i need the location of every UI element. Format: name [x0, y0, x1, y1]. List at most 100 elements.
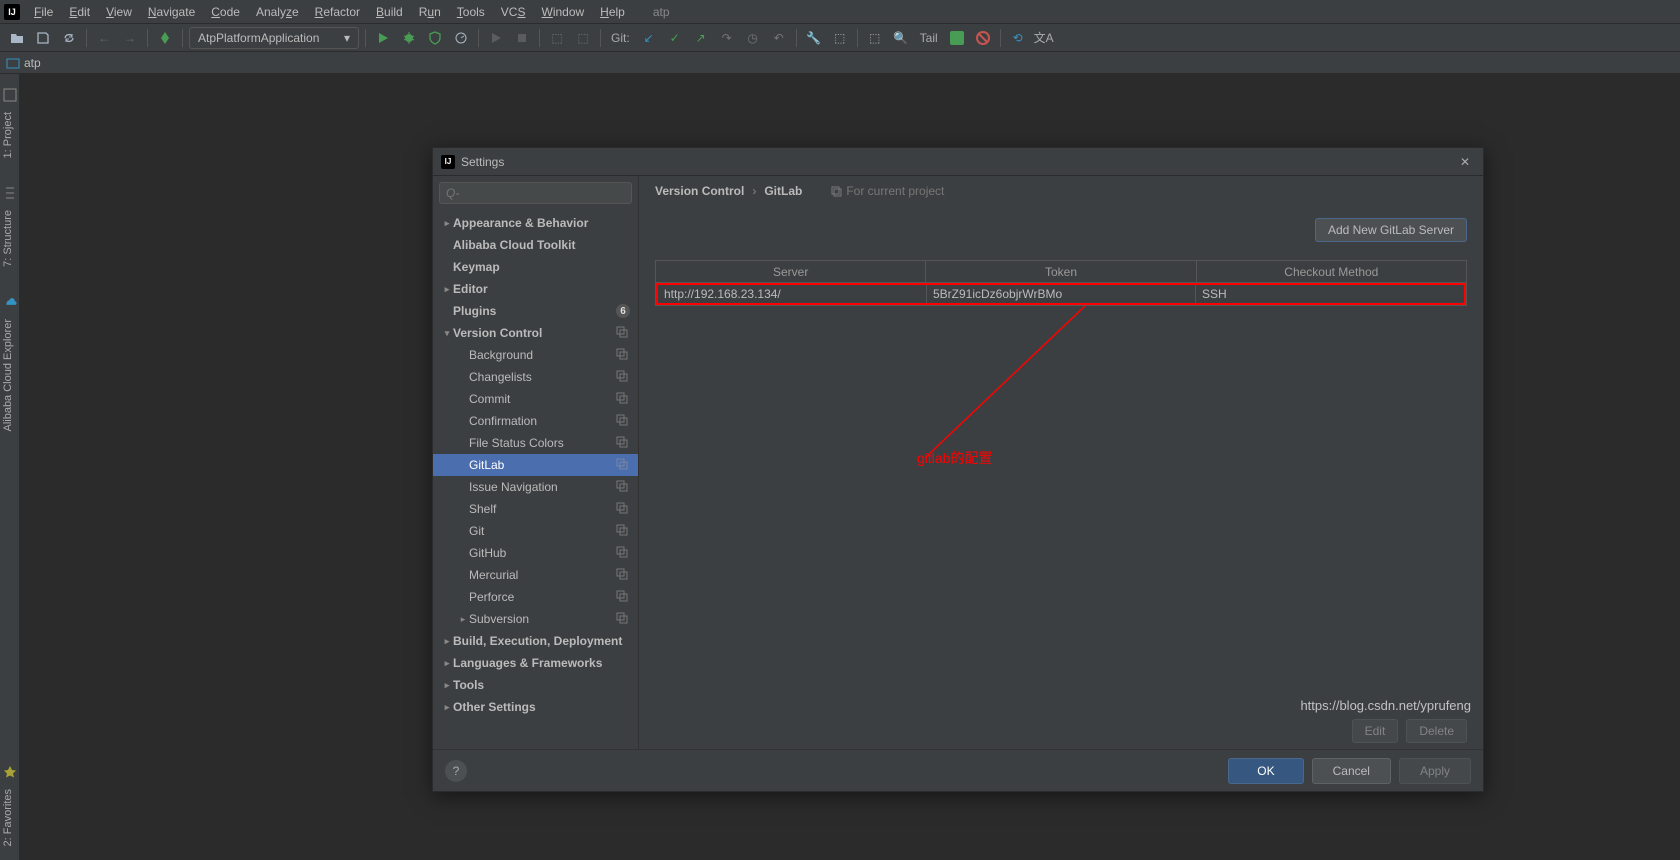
- project-scope-icon: [616, 370, 630, 384]
- tree-node-changelists[interactable]: Changelists: [433, 366, 638, 388]
- tree-node-subversion[interactable]: ▸Subversion: [433, 608, 638, 630]
- wrench-icon[interactable]: 🔧: [803, 27, 825, 49]
- menu-run[interactable]: Run: [411, 5, 449, 19]
- app-logo-icon: IJ: [441, 155, 455, 169]
- open-icon[interactable]: [6, 27, 28, 49]
- build-icon[interactable]: [154, 27, 176, 49]
- tree-node-plugins[interactable]: Plugins6: [433, 300, 638, 322]
- tree-node-mercurial[interactable]: Mercurial: [433, 564, 638, 586]
- apply-button[interactable]: Apply: [1399, 758, 1471, 784]
- delete-button[interactable]: Delete: [1406, 719, 1467, 743]
- run-icon[interactable]: [372, 27, 394, 49]
- add-server-button[interactable]: Add New GitLab Server: [1315, 218, 1467, 242]
- tree-node-keymap[interactable]: Keymap: [433, 256, 638, 278]
- tree-label: Other Settings: [453, 700, 630, 714]
- structure-icon: [3, 186, 17, 200]
- profile-icon[interactable]: [450, 27, 472, 49]
- menu-view[interactable]: View: [98, 5, 140, 19]
- tree-node-confirmation[interactable]: Confirmation: [433, 410, 638, 432]
- chevron-down-icon: ▾: [441, 328, 453, 339]
- tree-label: Languages & Frameworks: [453, 656, 630, 670]
- project-scope-icon: [616, 392, 630, 406]
- table-row[interactable]: http://192.168.23.134/ 5BrZ91icDz6objrWr…: [656, 283, 1466, 305]
- menu-analyze[interactable]: Analyze: [248, 5, 307, 19]
- vcs-revert-icon[interactable]: ↶: [768, 27, 790, 49]
- cancel-button[interactable]: Cancel: [1312, 758, 1391, 784]
- settings-tree[interactable]: ▸Appearance & BehaviorAlibaba Cloud Tool…: [433, 210, 638, 749]
- menu-edit[interactable]: Edit: [61, 5, 98, 19]
- menu-window[interactable]: Window: [533, 5, 592, 19]
- vcs-history-icon[interactable]: ↷: [716, 27, 738, 49]
- screenshot-icon[interactable]: ⬚: [864, 27, 886, 49]
- close-icon[interactable]: ✕: [1455, 152, 1475, 172]
- servers-table: Server Token Checkout Method http://192.…: [655, 260, 1467, 306]
- tree-label: Confirmation: [469, 414, 616, 428]
- menu-build[interactable]: Build: [368, 5, 411, 19]
- tail-off-icon[interactable]: [972, 27, 994, 49]
- translate-icon[interactable]: 文A: [1033, 27, 1055, 49]
- nav-root[interactable]: atp: [24, 56, 41, 70]
- tree-node-version-control[interactable]: ▾Version Control: [433, 322, 638, 344]
- menu-help[interactable]: Help: [592, 5, 633, 19]
- vcs-commit-icon[interactable]: ✓: [664, 27, 686, 49]
- tree-node-languages-frameworks[interactable]: ▸Languages & Frameworks: [433, 652, 638, 674]
- tail-on-icon[interactable]: [946, 27, 968, 49]
- tree-node-background[interactable]: Background: [433, 344, 638, 366]
- stop-icon[interactable]: [511, 27, 533, 49]
- tree-node-git[interactable]: Git: [433, 520, 638, 542]
- project-scope-icon: [616, 590, 630, 604]
- menu-tools[interactable]: Tools: [449, 5, 493, 19]
- vcs-push-icon[interactable]: ↗: [690, 27, 712, 49]
- project-scope-icon: [616, 348, 630, 362]
- tool-icon[interactable]: ⟲: [1007, 27, 1029, 49]
- tree-node-file-status-colors[interactable]: File Status Colors: [433, 432, 638, 454]
- back-icon[interactable]: ←: [93, 27, 115, 49]
- edit-button[interactable]: Edit: [1352, 719, 1399, 743]
- tool-icon[interactable]: ⬚: [572, 27, 594, 49]
- run-config-selector[interactable]: AtpPlatformApplication ▾: [189, 27, 359, 49]
- tab-favorites[interactable]: 2: Favorites: [0, 783, 16, 852]
- tree-label: Git: [469, 524, 616, 538]
- menu-navigate[interactable]: Navigate: [140, 5, 203, 19]
- coverage-icon[interactable]: [424, 27, 446, 49]
- menu-code[interactable]: Code: [203, 5, 248, 19]
- debug-icon[interactable]: [398, 27, 420, 49]
- tree-node-shelf[interactable]: Shelf: [433, 498, 638, 520]
- vcs-clock-icon[interactable]: ◷: [742, 27, 764, 49]
- vcs-update-icon[interactable]: ↙: [638, 27, 660, 49]
- menu-file[interactable]: File: [26, 5, 61, 19]
- tool-icon[interactable]: ⬚: [546, 27, 568, 49]
- menu-vcs[interactable]: VCS: [493, 5, 534, 19]
- crumb-b: GitLab: [764, 184, 802, 198]
- tree-node-issue-navigation[interactable]: Issue Navigation: [433, 476, 638, 498]
- sync-icon[interactable]: [58, 27, 80, 49]
- structure-icon[interactable]: ⬚: [829, 27, 851, 49]
- tree-node-editor[interactable]: ▸Editor: [433, 278, 638, 300]
- project-icon: [3, 88, 17, 102]
- tab-structure[interactable]: 7: Structure: [0, 204, 16, 273]
- forward-icon[interactable]: →: [119, 27, 141, 49]
- separator: [600, 29, 601, 47]
- settings-tree-panel: ▸Appearance & BehaviorAlibaba Cloud Tool…: [433, 176, 639, 749]
- search-input[interactable]: [446, 186, 625, 200]
- tree-node-build-execution-deployment[interactable]: ▸Build, Execution, Deployment: [433, 630, 638, 652]
- tree-node-other-settings[interactable]: ▸Other Settings: [433, 696, 638, 718]
- tree-node-tools[interactable]: ▸Tools: [433, 674, 638, 696]
- tree-label: Changelists: [469, 370, 616, 384]
- search-icon[interactable]: 🔍: [890, 27, 912, 49]
- save-icon[interactable]: [32, 27, 54, 49]
- ok-button[interactable]: OK: [1228, 758, 1303, 784]
- tree-node-commit[interactable]: Commit: [433, 388, 638, 410]
- dropdown-icon: ▾: [344, 31, 350, 45]
- tree-node-gitlab[interactable]: GitLab: [433, 454, 638, 476]
- help-button[interactable]: ?: [445, 760, 467, 782]
- tree-node-github[interactable]: GitHub: [433, 542, 638, 564]
- tree-node-alibaba-cloud-toolkit[interactable]: Alibaba Cloud Toolkit: [433, 234, 638, 256]
- tree-node-perforce[interactable]: Perforce: [433, 586, 638, 608]
- watermark: https://blog.csdn.net/yprufeng: [1300, 698, 1471, 713]
- settings-search[interactable]: [439, 182, 632, 204]
- tree-node-appearance-behavior[interactable]: ▸Appearance & Behavior: [433, 212, 638, 234]
- tab-project[interactable]: 1: Project: [0, 106, 16, 164]
- tab-alibaba-cloud[interactable]: Alibaba Cloud Explorer: [0, 313, 16, 438]
- menu-refactor[interactable]: Refactor: [307, 5, 368, 19]
